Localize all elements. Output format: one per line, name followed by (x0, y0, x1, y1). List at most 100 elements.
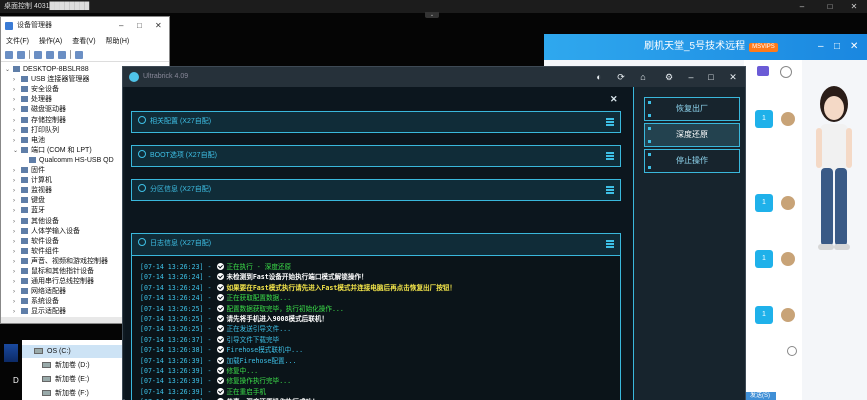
minimize-icon[interactable]: – (685, 71, 697, 83)
expand-chevron-icon[interactable]: › (13, 257, 21, 267)
expand-chevron-icon[interactable]: › (13, 277, 21, 287)
expand-chevron-icon[interactable]: › (13, 267, 21, 277)
close-icon[interactable]: ✕ (850, 34, 858, 60)
expand-chevron-icon[interactable]: › (13, 116, 21, 126)
menu-action[interactable]: 操作(A) (39, 38, 62, 45)
menu-icon[interactable] (606, 186, 614, 194)
minimize-icon[interactable]: – (818, 34, 824, 60)
device-tree-item[interactable]: ⌄ DESKTOP-8BSLR88 (5, 65, 89, 75)
expand-chevron-icon[interactable]: › (13, 307, 21, 317)
device-tree-item[interactable]: › 人体学输入设备 (13, 227, 80, 237)
properties-icon[interactable] (34, 50, 42, 59)
device-tree-item[interactable]: › 磁盘驱动器 (13, 105, 66, 115)
close-icon[interactable]: ✕ (842, 0, 866, 13)
device-tree-item[interactable]: › 其他设备 (13, 217, 59, 227)
maximize-icon[interactable]: □ (834, 34, 840, 60)
menu-icon[interactable] (606, 152, 614, 160)
log-header[interactable]: 日志信息 (X27自配) (132, 234, 620, 256)
device-tree-item[interactable]: › 计算机 (13, 176, 52, 186)
section-partition[interactable]: 分区信息 (X27自配) (131, 179, 621, 201)
device-tree-item[interactable]: › 固件 (13, 166, 45, 176)
expand-chevron-icon[interactable]: › (13, 166, 21, 176)
device-tree-item[interactable]: › 软件设备 (13, 237, 59, 247)
expand-chevron-icon[interactable]: › (13, 297, 21, 307)
device-tree-item[interactable]: › 打印队列 (13, 126, 59, 136)
device-tree-item[interactable]: › 通用串行总线控制器 (13, 277, 94, 287)
forward-icon[interactable] (17, 50, 25, 59)
expand-chevron-icon[interactable]: › (13, 217, 21, 227)
monitor-icon[interactable] (75, 50, 83, 59)
device-tree-item[interactable]: › 网络适配器 (13, 287, 66, 297)
expand-chevron-icon[interactable]: ⌄ (13, 146, 21, 156)
device-tree-item[interactable]: › 存储控制器 (13, 116, 66, 126)
device-tree-item[interactable]: › 软件组件 (13, 247, 59, 257)
back-icon[interactable] (5, 50, 13, 59)
expand-chevron-icon[interactable]: › (13, 206, 21, 216)
stop-operation-button[interactable]: 停止操作 (644, 149, 740, 173)
section-boot[interactable]: BOOT选项 (X27自配) (131, 145, 621, 167)
device-tree-item[interactable]: Qualcomm HS-USB QD (21, 156, 114, 166)
section-config[interactable]: 相关配置 (X27自配) (131, 111, 621, 133)
home-icon[interactable]: ⌂ (637, 71, 649, 83)
close-icon[interactable]: ✕ (727, 71, 739, 83)
expand-chevron-icon[interactable]: › (13, 247, 21, 257)
video-icon[interactable] (757, 66, 769, 76)
menu-icon[interactable] (606, 118, 614, 126)
device-manager-titlebar[interactable]: 设备管理器 – □ ✕ (1, 17, 169, 35)
device-tree-item[interactable]: › USB 连接器管理器 (13, 75, 89, 85)
message-bubble[interactable]: 1 (755, 194, 773, 212)
computer-icon[interactable] (4, 344, 18, 362)
menu-view[interactable]: 查看(V) (72, 38, 95, 45)
panel-close-icon[interactable]: ✕ (610, 94, 618, 105)
expand-chevron-icon[interactable]: › (13, 85, 21, 95)
minimize-icon[interactable]: – (790, 0, 814, 13)
maximize-icon[interactable]: □ (705, 71, 717, 83)
device-tree-item[interactable]: › 电池 (13, 136, 45, 146)
expand-chevron-icon[interactable]: › (13, 186, 21, 196)
expand-chevron-icon[interactable]: › (13, 287, 21, 297)
device-tree-item[interactable]: › 安全设备 (13, 85, 59, 95)
drive-item[interactable]: OS (C:) (22, 345, 122, 358)
expand-chevron-icon[interactable]: › (13, 95, 21, 105)
maximize-icon[interactable]: □ (818, 0, 842, 13)
menu-help[interactable]: 帮助(H) (106, 38, 130, 45)
drive-item[interactable]: 新加卷 (E:) (42, 373, 89, 386)
expand-chevron-icon[interactable]: › (13, 126, 21, 136)
factory-reset-button[interactable]: 恢复出厂 (644, 97, 740, 121)
drive-item[interactable]: 新加卷 (F:) (42, 387, 89, 400)
help-icon[interactable] (46, 50, 54, 59)
expand-chevron-icon[interactable]: › (13, 196, 21, 206)
history-icon[interactable] (787, 346, 797, 356)
chat-header[interactable]: 刷机天堂_5号技术远程 MSVIPS – □ ✕ (544, 34, 867, 60)
drive-item[interactable]: 新加卷 (D:) (42, 359, 90, 372)
device-tree-item[interactable]: ⌄ 端口 (COM 和 LPT) (13, 146, 92, 156)
device-tree-item[interactable]: › 声音、视频和游戏控制器 (13, 257, 108, 267)
menu-icon[interactable] (606, 240, 614, 248)
minimize-icon[interactable]: – (119, 17, 123, 35)
refresh-icon[interactable]: ⟳ (615, 71, 627, 83)
menu-file[interactable]: 文件(F) (6, 38, 29, 45)
maximize-icon[interactable]: □ (137, 17, 142, 35)
expand-chevron-icon[interactable]: ⌄ (5, 65, 13, 75)
message-bubble[interactable]: 1 (755, 110, 773, 128)
expand-chevron-icon[interactable]: › (13, 237, 21, 247)
settings-icon[interactable]: ⚙ (663, 71, 675, 83)
close-icon[interactable]: ✕ (155, 17, 162, 35)
expand-chevron-icon[interactable]: › (13, 75, 21, 85)
device-tree-item[interactable]: › 显示适配器 (13, 307, 66, 317)
device-tree-item[interactable]: › 键盘 (13, 196, 45, 206)
more-icon[interactable] (780, 66, 792, 78)
theme-icon[interactable]: ◐ (593, 71, 605, 83)
expand-chevron-icon[interactable]: › (13, 105, 21, 115)
update-driver-icon[interactable] (58, 50, 66, 59)
device-tree-item[interactable]: › 监视器 (13, 186, 52, 196)
deep-restore-button[interactable]: 深度还原 (644, 123, 740, 147)
expand-chevron-icon[interactable]: › (13, 227, 21, 237)
message-bubble[interactable]: 1 (755, 250, 773, 268)
device-tree-item[interactable]: › 鼠标和其他指针设备 (13, 267, 94, 277)
device-tree-item[interactable]: › 处理器 (13, 95, 52, 105)
expand-chevron-icon[interactable]: › (13, 176, 21, 186)
expand-chevron-icon[interactable]: › (13, 136, 21, 146)
tool-titlebar[interactable]: Ultrabrick 4.09 ◐ ⟳ ⌂ ⚙ – □ ✕ (123, 67, 745, 87)
message-bubble[interactable]: 1 (755, 306, 773, 324)
